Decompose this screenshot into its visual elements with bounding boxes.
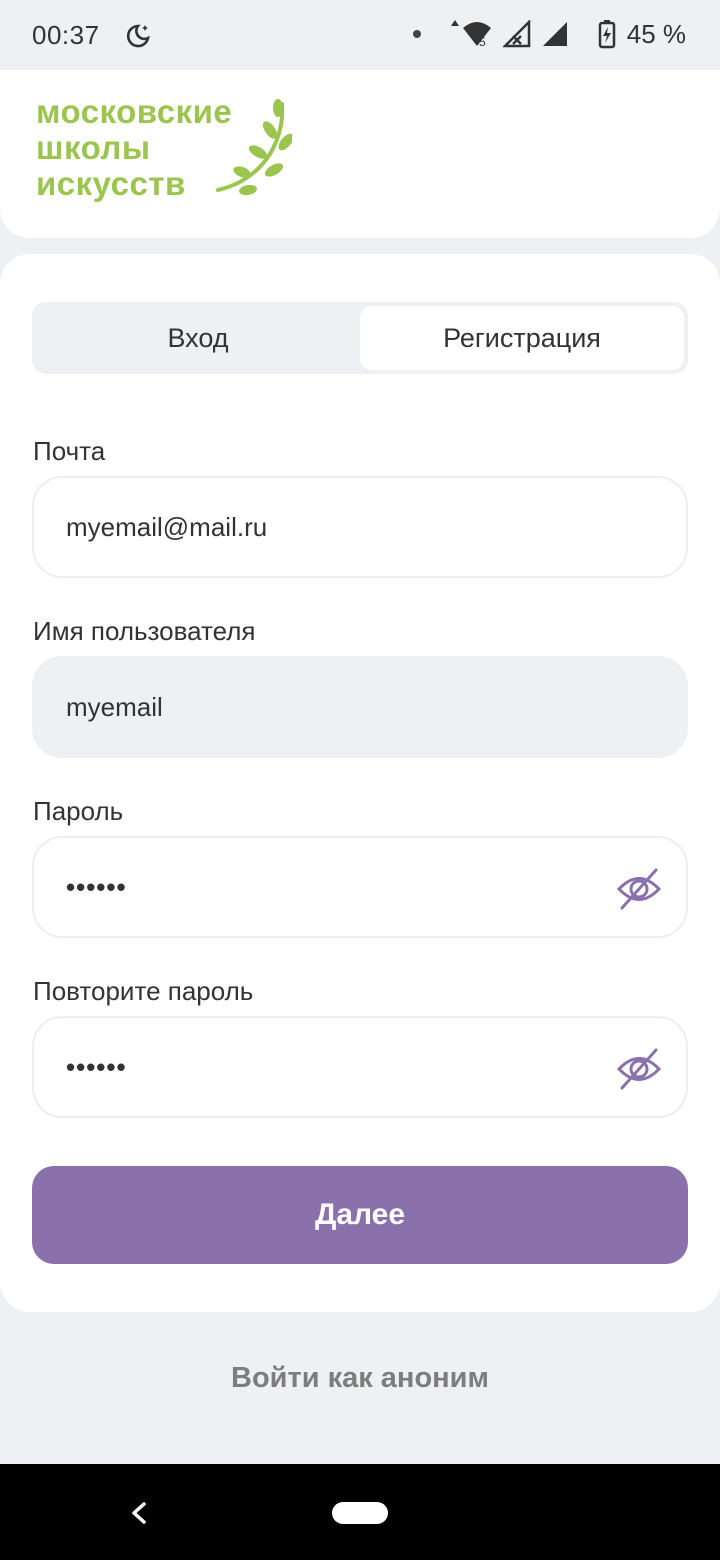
password-repeat-field[interactable]: ••••••: [32, 1016, 688, 1118]
battery-icon: [598, 20, 615, 49]
olive-branch-icon: [216, 99, 292, 196]
logo-text: московские школы искусств: [36, 93, 233, 202]
wifi-icon: 5: [450, 20, 491, 49]
username-value: myemail: [66, 691, 163, 722]
email-field[interactable]: myemail@mail.ru: [32, 476, 688, 578]
registration-form: Вход Регистрация Почта myemail@mail.ru И…: [0, 254, 720, 1312]
eye-off-icon[interactable]: [616, 866, 662, 912]
anonymous-login-link[interactable]: Войти как аноним: [0, 1362, 720, 1395]
battery-percent: 45 %: [626, 18, 686, 49]
nav-bar: [0, 1464, 720, 1560]
email-label: Почта: [33, 436, 106, 466]
home-pill-icon[interactable]: [332, 1502, 388, 1524]
username-label: Имя пользователя: [33, 616, 256, 646]
signal-x-icon: [502, 20, 530, 48]
signal-icon: [542, 22, 567, 46]
password-value: ••••••: [66, 871, 127, 902]
tab-register[interactable]: Регистрация: [360, 306, 684, 370]
password-label: Пароль: [33, 796, 124, 826]
notification-dot-icon: [412, 30, 421, 38]
username-field[interactable]: myemail: [32, 656, 688, 758]
eye-off-icon[interactable]: [616, 1046, 662, 1092]
next-button[interactable]: Далее: [32, 1166, 688, 1264]
logo-card: московские школы искусств: [0, 70, 720, 238]
status-bar: 00:37 5 45 %: [0, 0, 720, 70]
moon-icon: [126, 24, 150, 48]
status-time: 00:37: [32, 20, 100, 50]
back-icon[interactable]: [126, 1498, 152, 1528]
email-value: myemail@mail.ru: [66, 511, 268, 542]
tab-login[interactable]: Вход: [36, 306, 360, 370]
password-repeat-value: ••••••: [66, 1051, 127, 1082]
password-repeat-label: Повторите пароль: [33, 976, 254, 1006]
status-icons: 5 45 %: [412, 18, 686, 50]
password-field[interactable]: ••••••: [32, 836, 688, 938]
svg-text:5: 5: [479, 35, 486, 49]
auth-tabs: Вход Регистрация: [32, 302, 688, 374]
